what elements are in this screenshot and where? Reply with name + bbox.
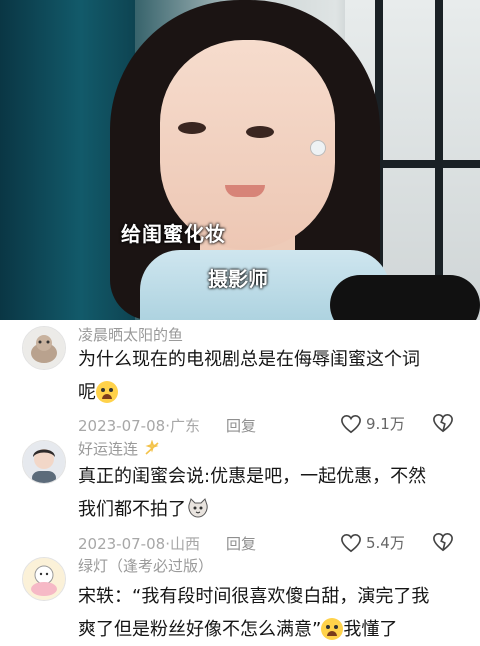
heart-icon bbox=[341, 533, 361, 552]
left-eye bbox=[178, 122, 206, 134]
avatar[interactable] bbox=[22, 326, 66, 370]
comment-location: 山西 bbox=[169, 535, 200, 553]
video-caption-sub: 摄影师 bbox=[208, 267, 268, 291]
comment-text: 宋轶：“我有段时间很喜欢傻白甜，演完了我 爽了但是粉丝好像不怎么满意” 我懂了 bbox=[78, 580, 458, 646]
comment-line: 宋轶：“我有段时间很喜欢傻白甜，演完了我 bbox=[78, 586, 430, 607]
comment-item: 凌晨晒太阳的鱼 为什么现在的电视剧总是在侮辱闺蜜这个词 呢 2023-07-08… bbox=[0, 320, 480, 445]
heart-icon bbox=[341, 414, 361, 433]
cat-emoji-icon bbox=[188, 498, 208, 518]
avatar[interactable] bbox=[22, 557, 66, 601]
crying-emoji-icon bbox=[321, 618, 344, 640]
comment-date: 2023-07-08 bbox=[78, 534, 166, 553]
crying-emoji-icon bbox=[96, 381, 118, 403]
comment-line: 为什么现在的电视剧总是在侮辱闺蜜这个词 bbox=[78, 349, 420, 370]
video-caption-main: 给闺蜜化妆 bbox=[121, 222, 226, 246]
reply-button[interactable]: 回复 bbox=[226, 415, 256, 436]
comment-item: 绿灯（逢考必过版） 宋轶：“我有段时间很喜欢傻白甜，演完了我 爽了但是粉丝好像不… bbox=[0, 555, 480, 640]
comment-line: 爽了但是粉丝好像不怎么满意” bbox=[78, 619, 322, 640]
avatar[interactable] bbox=[22, 440, 66, 484]
comment-text: 真正的闺蜜会说:优惠是吧，一起优惠，不然 我们都不拍了 bbox=[78, 460, 458, 526]
reply-button[interactable]: 回复 bbox=[226, 533, 256, 554]
username[interactable]: 凌晨晒太阳的鱼 bbox=[78, 324, 183, 345]
comment-meta: 2023-07-08 · 广东 回复 bbox=[78, 415, 256, 436]
like-button[interactable]: 5.4万 bbox=[340, 532, 405, 553]
comment-item: 好运连连 真正的闺蜜会说:优惠是吧，一起优惠，不然 我们都不拍了 2023-07… bbox=[0, 436, 480, 556]
comment-line: 我们都不拍了 bbox=[78, 499, 186, 520]
dislike-icon[interactable] bbox=[432, 532, 454, 552]
comment-line: 我懂了 bbox=[343, 619, 398, 640]
earring bbox=[310, 140, 326, 156]
comment-text: 为什么现在的电视剧总是在侮辱闺蜜这个词 呢 bbox=[78, 343, 458, 409]
username[interactable]: 好运连连 bbox=[78, 438, 161, 459]
like-count: 5.4万 bbox=[366, 534, 405, 552]
right-eye bbox=[246, 126, 274, 138]
sparkle-badge-icon bbox=[145, 439, 159, 455]
dislike-icon[interactable] bbox=[432, 413, 454, 433]
lips bbox=[225, 185, 265, 197]
comment-line: 呢 bbox=[78, 382, 96, 403]
video-frame[interactable]: 给闺蜜化妆 摄影师 bbox=[0, 0, 480, 320]
microphone bbox=[330, 275, 480, 320]
comment-location: 广东 bbox=[169, 417, 200, 435]
like-count: 9.1万 bbox=[366, 415, 405, 433]
comment-line: 真正的闺蜜会说:优惠是吧，一起优惠，不然 bbox=[78, 466, 427, 487]
comment-meta: 2023-07-08 · 山西 回复 bbox=[78, 533, 256, 554]
username[interactable]: 绿灯（逢考必过版） bbox=[78, 555, 213, 576]
like-button[interactable]: 9.1万 bbox=[340, 413, 405, 434]
comment-date: 2023-07-08 bbox=[78, 416, 166, 435]
